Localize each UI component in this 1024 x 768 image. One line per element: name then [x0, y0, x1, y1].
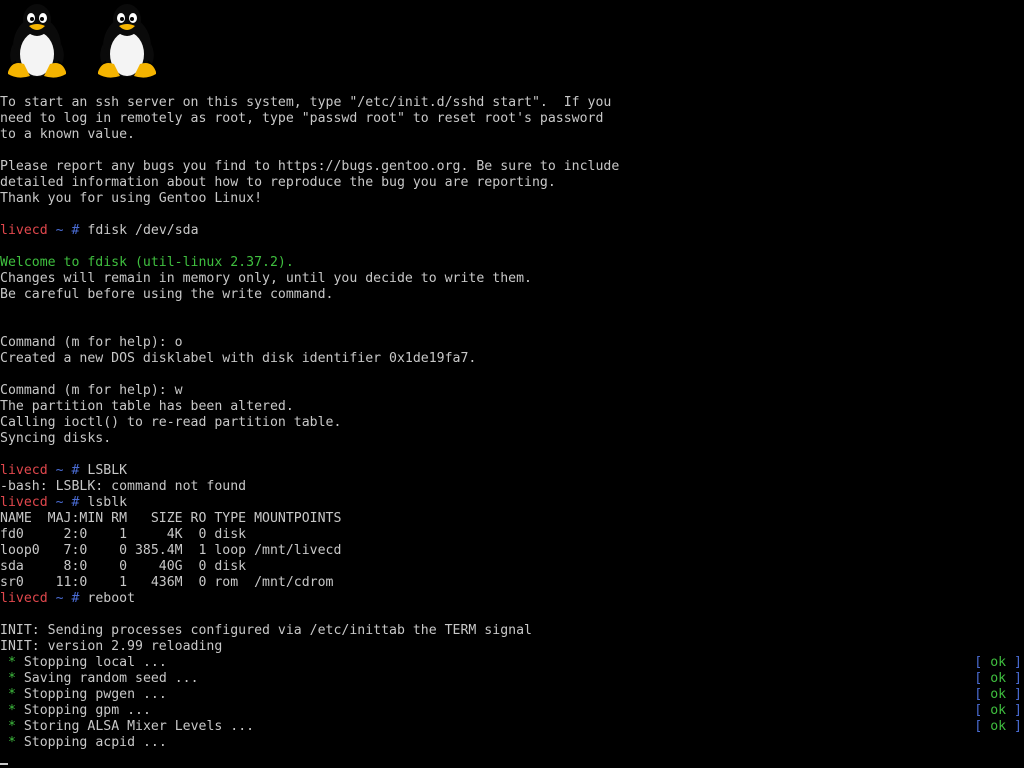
status-bracket-close: ] — [1014, 687, 1022, 702]
service-status-ok: [ ok ] — [974, 703, 1022, 719]
fdisk-welcome: Welcome to fdisk (util-linux 2.37.2). — [0, 255, 294, 270]
status-bracket-open: [ — [974, 671, 983, 686]
intro-line: detailed information about how to reprod… — [0, 175, 556, 190]
intro-line: need to log in remotely as root, type "p… — [0, 111, 604, 126]
service-list: * Stopping local ... [ ok ] * Saving rand… — [0, 655, 1024, 751]
output-line: Created a new DOS disklabel with disk id… — [0, 351, 477, 366]
command-line: livecd ~ # fdisk /dev/sda — [0, 223, 1024, 239]
output-line: Be careful before using the write comman… — [0, 287, 334, 302]
prompt-path: ~ — [55, 591, 64, 606]
intro-line — [0, 143, 1024, 159]
service-line: * Stopping local ... [ ok ] — [0, 655, 1024, 671]
command-text: LSBLK — [87, 463, 128, 478]
tux-penguin-icon — [8, 4, 66, 78]
status-bracket-close: ] — [1014, 703, 1022, 718]
status-ok-label: ok — [990, 687, 1007, 702]
init-line: INIT: version 2.99 reloading — [0, 639, 223, 654]
status-bracket-close: ] — [1014, 655, 1022, 670]
service-text: Stopping local ... — [23, 655, 167, 670]
lsblk-row: fd0 2:0 1 4K 0 disk — [0, 527, 247, 542]
intro-line: Please report any bugs you find to https… — [0, 159, 620, 174]
status-ok-label: ok — [990, 655, 1007, 670]
output-line: The partition table has been altered. — [0, 399, 294, 414]
service-line: * Stopping acpid ... — [0, 735, 1024, 751]
service-status-ok: [ ok ] — [974, 655, 1022, 671]
service-line: * Saving random seed ... [ ok ] — [0, 671, 1024, 687]
prompt-host: livecd — [0, 495, 48, 510]
service-bullet-icon: * — [7, 735, 16, 750]
status-bracket-open: [ — [974, 703, 983, 718]
service-line: * Stopping pwgen ... [ ok ] — [0, 687, 1024, 703]
tux-penguin-icon — [98, 4, 156, 78]
prompt-path: ~ — [55, 223, 64, 238]
lsblk-row: loop0 7:0 0 385.4M 1 loop /mnt/livecd — [0, 543, 342, 558]
prompt-host: livecd — [0, 223, 48, 238]
prompt-symbol: # — [71, 223, 80, 238]
service-status-ok: [ ok ] — [974, 671, 1022, 687]
lsblk-row: sr0 11:0 1 436M 0 rom /mnt/cdrom — [0, 575, 334, 590]
status-bracket-open: [ — [974, 719, 983, 734]
service-bullet-icon: * — [7, 703, 16, 718]
service-text: Saving random seed ... — [23, 671, 199, 686]
service-line: * Storing ALSA Mixer Levels ... [ ok ] — [0, 719, 1024, 735]
output-line: Command (m for help): o — [0, 335, 183, 350]
status-ok-label: ok — [990, 671, 1007, 686]
service-bullet-icon: * — [7, 671, 16, 686]
service-bullet-icon: * — [7, 719, 16, 734]
error-line: -bash: LSBLK: command not found — [0, 479, 247, 494]
service-line: * Stopping gpm ... [ ok ] — [0, 703, 1024, 719]
output-line: Calling ioctl() to re-read partition tab… — [0, 415, 342, 430]
service-text: Stopping gpm ... — [23, 703, 151, 718]
console-output: To start an ssh server on this system, t… — [0, 95, 1024, 751]
command-line: livecd ~ # LSBLK — [0, 463, 1024, 479]
command-text: fdisk /dev/sda — [87, 223, 199, 238]
prompt-path: ~ — [55, 495, 64, 510]
service-text: Stopping pwgen ... — [23, 687, 167, 702]
intro-line: To start an ssh server on this system, t… — [0, 95, 612, 110]
output-line: Command (m for help): w — [0, 383, 183, 398]
command-line: livecd ~ # reboot — [0, 591, 1024, 607]
lsblk-header: NAME MAJ:MIN RM SIZE RO TYPE MOUNTPOINTS — [0, 511, 342, 526]
command-line: livecd ~ # lsblk — [0, 495, 1024, 511]
service-status-ok: [ ok ] — [974, 687, 1022, 703]
service-bullet-icon: * — [7, 655, 16, 670]
intro-line: to a known value. — [0, 127, 135, 142]
text-cursor — [0, 763, 8, 765]
service-bullet-icon: * — [7, 687, 16, 702]
gentoo-boot-logo — [4, 2, 160, 80]
service-text: Storing ALSA Mixer Levels ... — [23, 719, 255, 734]
command-text: reboot — [87, 591, 136, 606]
prompt-symbol: # — [71, 495, 80, 510]
prompt-symbol: # — [71, 463, 80, 478]
status-ok-label: ok — [990, 703, 1007, 718]
service-status-ok: [ ok ] — [974, 719, 1022, 735]
prompt-symbol: # — [71, 591, 80, 606]
status-bracket-close: ] — [1014, 719, 1022, 734]
prompt-host: livecd — [0, 591, 48, 606]
lsblk-row: sda 8:0 0 40G 0 disk — [0, 559, 247, 574]
command-text: lsblk — [87, 495, 128, 510]
status-bracket-close: ] — [1014, 671, 1022, 686]
terminal-screen[interactable]: To start an ssh server on this system, t… — [0, 0, 1024, 768]
status-bracket-open: [ — [974, 687, 983, 702]
service-text: Stopping acpid ... — [23, 735, 167, 750]
output-line: Changes will remain in memory only, unti… — [0, 271, 532, 286]
status-ok-label: ok — [990, 719, 1007, 734]
prompt-path: ~ — [55, 463, 64, 478]
status-bracket-open: [ — [974, 655, 983, 670]
init-line: INIT: Sending processes configured via /… — [0, 623, 532, 638]
prompt-host: livecd — [0, 463, 48, 478]
output-line: Syncing disks. — [0, 431, 112, 446]
intro-line: Thank you for using Gentoo Linux! — [0, 191, 263, 206]
